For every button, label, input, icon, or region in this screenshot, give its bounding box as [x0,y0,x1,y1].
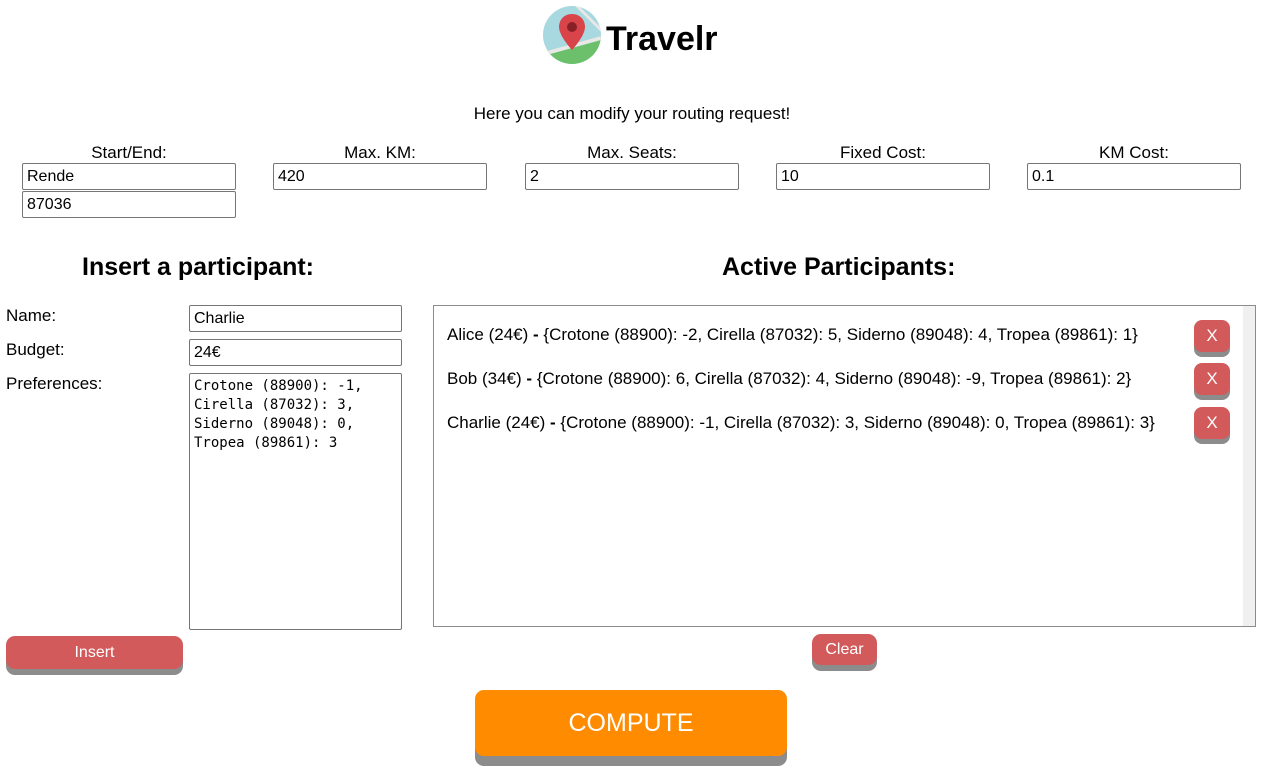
fixed-cost-input[interactable] [776,163,990,190]
start-end-group: Start/End: [22,143,236,218]
km-cost-input[interactable] [1027,163,1241,190]
clear-button[interactable]: Clear [812,634,877,665]
separator: - [533,325,539,344]
separator: - [550,413,556,432]
start-end-label: Start/End: [91,143,167,162]
budget-label: Budget: [6,340,65,359]
insert-button[interactable]: Insert [6,636,183,669]
start-city-input[interactable] [22,163,236,190]
preferences-label: Preferences: [6,374,103,393]
page-subtitle: Here you can modify your routing request… [473,104,791,123]
app-logo: Travelr [543,6,733,64]
list-item: Alice (24€) - {Crotone (88900): -2, Cire… [447,325,1138,345]
km-cost-group: KM Cost: [1027,143,1241,190]
participant-preferences: {Crotone (88900): -1, Cirella (87032): 3… [560,413,1155,432]
participant-preferences: {Crotone (88900): -2, Cirella (87032): 5… [543,325,1138,344]
participant-name-input[interactable] [189,305,402,332]
preferences-textarea[interactable]: Crotone (88900): -1, Cirella (87032): 3,… [189,373,402,630]
list-scrollbar[interactable] [1243,306,1255,626]
km-cost-label: KM Cost: [1099,143,1169,162]
map-pin-icon [543,6,601,64]
compute-button[interactable]: COMPUTE [475,690,787,756]
max-km-group: Max. KM: [273,143,487,190]
participant-name: Charlie [447,413,501,432]
remove-participant-button[interactable]: X [1194,407,1230,439]
app-title: Travelr [606,20,718,58]
fixed-cost-label: Fixed Cost: [840,143,926,162]
list-item: Charlie (24€) - {Crotone (88900): -1, Ci… [447,413,1155,433]
max-seats-group: Max. Seats: [525,143,739,190]
max-km-label: Max. KM: [344,143,416,162]
remove-participant-button[interactable]: X [1194,363,1230,395]
participant-budget-input[interactable] [189,339,402,366]
separator: - [526,369,533,388]
participant-preferences: {Crotone (88900): 6, Cirella (87032): 4,… [536,369,1132,388]
participant-name: Alice [447,325,484,344]
fixed-cost-group: Fixed Cost: [776,143,990,190]
participant-budget: (24€) [488,325,529,344]
name-label: Name: [6,306,57,325]
active-participants-heading: Active Participants: [722,253,956,281]
participant-list[interactable]: Alice (24€) - {Crotone (88900): -2, Cire… [433,305,1256,627]
participant-name: Bob [447,369,478,388]
remove-participant-button[interactable]: X [1194,320,1230,352]
max-km-input[interactable] [273,163,487,190]
start-zip-input[interactable] [22,191,236,218]
participant-budget: (24€) [505,413,546,432]
max-seats-input[interactable] [525,163,739,190]
max-seats-label: Max. Seats: [587,143,677,162]
participant-budget: (34€) [481,369,522,388]
list-item: Bob (34€) - {Crotone (88900): 6, Cirella… [447,369,1131,389]
insert-participant-heading: Insert a participant: [82,253,314,281]
